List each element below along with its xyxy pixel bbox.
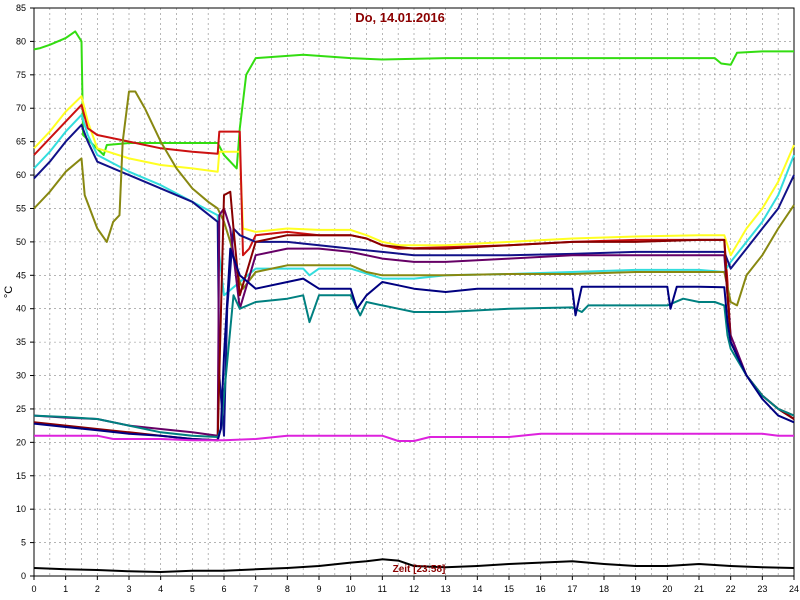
- x-tick-label: 10: [346, 584, 356, 594]
- y-tick-label: 0: [21, 571, 26, 581]
- y-tick-label: 45: [16, 270, 26, 280]
- x-tick-label: 16: [536, 584, 546, 594]
- y-tick-label: 80: [16, 36, 26, 46]
- x-tick-label: 9: [316, 584, 321, 594]
- x-tick-label: 20: [662, 584, 672, 594]
- y-tick-label: 50: [16, 237, 26, 247]
- y-tick-label: 20: [16, 437, 26, 447]
- y-tick-label: 10: [16, 504, 26, 514]
- y-tick-label: 25: [16, 404, 26, 414]
- x-tick-label: 21: [694, 584, 704, 594]
- x-tick-label: 1: [63, 584, 68, 594]
- series-line-2: [33, 95, 795, 257]
- x-tick-label: 11: [378, 584, 387, 594]
- x-tick-label: 5: [190, 584, 195, 594]
- series-line-7: [33, 207, 795, 437]
- x-tick-label: 6: [221, 584, 226, 594]
- x-tick-label: 12: [409, 584, 419, 594]
- y-tick-label: 85: [16, 3, 26, 13]
- y-axis-label: °C: [3, 286, 15, 298]
- x-tick-label: 22: [726, 584, 736, 594]
- x-tick-label: 19: [631, 584, 641, 594]
- x-tick-label: 24: [789, 584, 799, 594]
- y-tick-label: 65: [16, 137, 26, 147]
- y-tick-labels: 0 5 10 15 20 25 30 35 40 45 50 55 60 65 70 75 80 85: [16, 3, 34, 581]
- x-tick-label: 23: [757, 584, 767, 594]
- x-tick-label: 3: [126, 584, 131, 594]
- x-tick-label: 7: [253, 584, 258, 594]
- y-tick-label: 5: [21, 538, 26, 548]
- y-tick-label: 30: [16, 371, 26, 381]
- x-tick-label: 15: [504, 584, 514, 594]
- time-readout: Zeit [23:58]: [393, 564, 446, 575]
- x-tick-label: 0: [31, 584, 36, 594]
- x-tick-label: 14: [472, 584, 482, 594]
- x-tick-label: 13: [441, 584, 451, 594]
- temperature-chart: 0 1 2 3 4 5 6 7 8 9 10 11 12 13 14 15 16 17 18 19 20 21 22 23 24…: [3, 3, 799, 594]
- series-line-9: [33, 294, 795, 438]
- x-tick-label: 18: [599, 584, 609, 594]
- x-tick-labels: 0 1 2 3 4 5 6 7 8 9 10 11 12 13 14 15 16 17 18 19 20 21 22 23 24: [31, 576, 799, 594]
- y-tick-label: 15: [16, 471, 26, 481]
- y-tick-label: 60: [16, 170, 26, 180]
- chart-grid: [34, 8, 794, 576]
- chart-title: Do, 14.01.2016: [355, 10, 445, 25]
- y-tick-label: 70: [16, 103, 26, 113]
- series-lines: [33, 30, 795, 573]
- x-tick-label: 17: [567, 584, 577, 594]
- x-tick-label: 4: [158, 584, 163, 594]
- y-tick-label: 75: [16, 70, 26, 80]
- y-tick-label: 35: [16, 337, 26, 347]
- y-tick-label: 40: [16, 304, 26, 314]
- x-tick-label: 8: [285, 584, 290, 594]
- x-tick-label: 2: [95, 584, 100, 594]
- y-tick-label: 55: [16, 203, 26, 213]
